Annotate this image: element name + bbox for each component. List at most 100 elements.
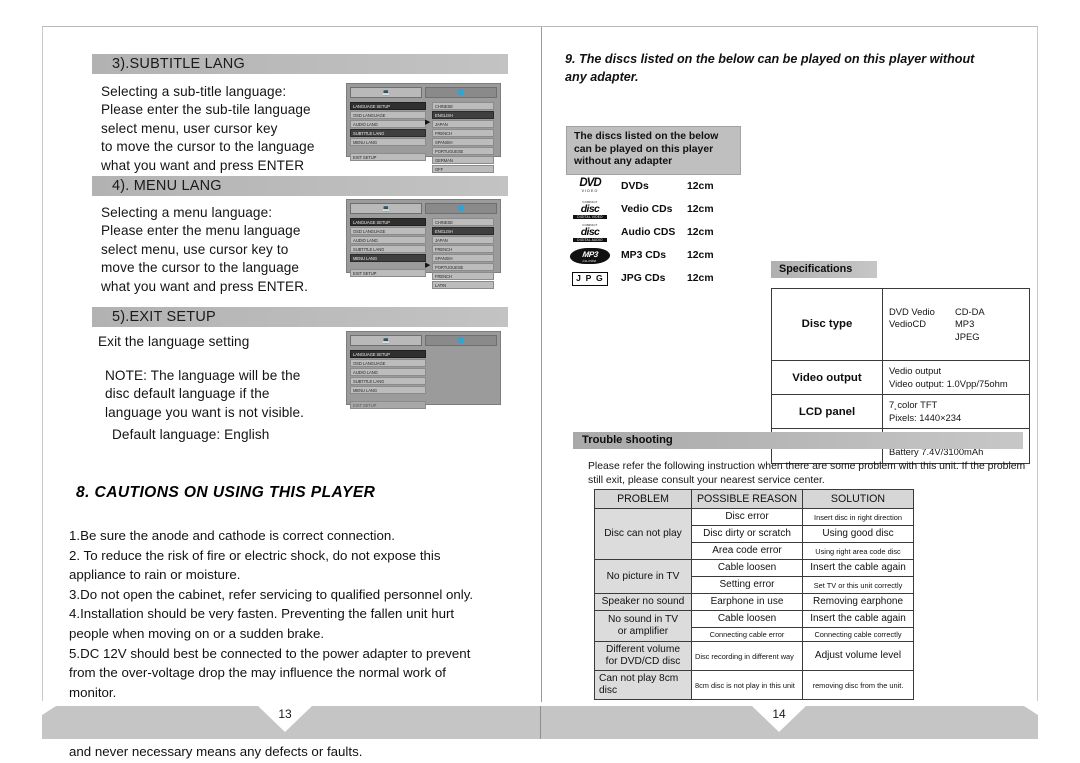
osd-item-menu-lang: MENU LANG	[350, 254, 426, 262]
osd-option: FRENCH	[432, 129, 494, 137]
cd-logo-word: disc	[580, 202, 600, 215]
osd-item-menu-lang: MENU LANG	[350, 138, 426, 146]
ts-reason: Cable loosen	[691, 610, 803, 628]
osd-option: SPANISH	[432, 138, 494, 146]
osd-option: FRENCH	[432, 245, 494, 253]
osd-item-subtitle-lang: SUBTITLE LANG	[350, 129, 426, 137]
chapter-heading-cautions: 8. CAUTIONS ON USING THIS PLAYER	[76, 484, 376, 501]
column-header-problem: PROBLEM	[594, 489, 692, 509]
table-row: Disc can not play Disc error Insert disc…	[594, 508, 914, 560]
ts-reason: Area code error	[691, 542, 803, 560]
osd-option-selected: ENGLISH	[432, 227, 494, 235]
monitor-icon: 💻	[350, 335, 422, 346]
disc-name: DVDs	[621, 181, 649, 192]
osd-tab-strip: 💻 🌐	[350, 203, 497, 214]
language-icon: 🌐	[425, 335, 497, 346]
ts-solution: Removing earphone	[802, 593, 914, 611]
right-page: 9. The discs listed on the below can be …	[542, 27, 1040, 702]
osd-option: PORTUGUESE	[432, 147, 494, 155]
spec-key: LCD panel	[771, 394, 883, 430]
ts-reason: Disc dirty or scratch	[691, 525, 803, 543]
disc-size: 12cm	[687, 250, 714, 261]
section-body-subtitle-lang: Selecting a sub-title language: Please e…	[101, 84, 315, 173]
ts-solution: Insert the cable again	[802, 610, 914, 628]
disc-name: Vedio CDs	[621, 204, 673, 215]
disc-row: J P G JPG CDs 12cm	[570, 267, 714, 290]
osd-item-exit-setup-highlighted: EXIT SETUP	[350, 401, 426, 409]
section-header-exit-setup: 5).EXIT SETUP	[92, 307, 508, 327]
ts-reason: Disc error	[691, 508, 803, 526]
osd-option: PORTUGUESE	[432, 263, 494, 271]
monitor-icon: 💻	[350, 87, 422, 98]
section-header-menu-lang: 4). MENU LANG	[92, 176, 508, 196]
cd-logo-band: DIGITAL AUDIO	[573, 237, 607, 242]
osd-option: LATIN	[432, 281, 494, 289]
ts-reason: Connecting cable error	[691, 627, 803, 642]
ts-problem: Different volume for DVD/CD disc	[594, 641, 692, 671]
ts-solution: Insert the cable again	[802, 559, 914, 577]
disc-size: 12cm	[687, 273, 714, 284]
section-body-exit-setup: Exit the language setting	[98, 334, 250, 349]
spec-key: Video output	[771, 359, 883, 396]
ts-reason: 8cm disc is not play in this unit	[691, 670, 803, 700]
dvd-logo-sub: VIDEO	[581, 188, 599, 193]
ts-problem: No sound in TV or amplifier	[594, 610, 692, 642]
osd-menu-title: LANGUAGE SETUP	[350, 102, 426, 110]
language-icon: 🌐	[425, 203, 497, 214]
spec-value: Vedio output Video output: 1.0Vpp/75ohm	[882, 359, 1030, 396]
disc-row: COMPACT disc DIGITAL AUDIO Audio CDS 12c…	[570, 221, 714, 244]
intro-paragraph-discs: 9. The discs listed on the below can be …	[565, 52, 975, 84]
footer-corner-right	[1024, 706, 1038, 715]
table-header-row: PROBLEM POSSIBLE REASON SOLUTION	[594, 489, 914, 509]
osd-option: GERMAN	[432, 156, 494, 164]
manual-page-spread: 3).SUBTITLE LANG Selecting a sub-title l…	[0, 0, 1080, 763]
ts-solution: Connecting cable correctly	[802, 627, 914, 642]
dvd-video-logo: DVD VIDEO	[570, 177, 610, 196]
section-header-subtitle-lang: 3).SUBTITLE LANG	[92, 54, 508, 74]
cursor-arrow-icon: ▶	[425, 262, 431, 269]
osd-item-osd-language: OSD LANGUAGE	[350, 227, 426, 235]
spec-value-col2: CD-DA MP3 JPEG	[955, 305, 985, 342]
table-row: No sound in TV or amplifier Cable loosen…	[594, 610, 914, 642]
page-number-left-text: 13	[278, 707, 292, 721]
default-language-text: Default language: English	[112, 427, 270, 442]
callout-box-discs: The discs listed on the below can be pla…	[566, 126, 741, 175]
page-number-left: 13	[258, 706, 312, 732]
monitor-icon: 💻	[350, 203, 422, 214]
ts-reason: Disc recording in different way	[691, 641, 803, 671]
trouble-shooting-intro: Please refer the following instruction w…	[588, 461, 1026, 486]
ts-solution: Adjust volume level	[802, 641, 914, 671]
osd-screenshot-subtitle-lang: 💻 🌐 LANGUAGE SETUP OSD LANGUAGE AUDIO LA…	[346, 83, 501, 173]
osd-item-subtitle-lang: SUBTITLE LANG	[350, 245, 426, 253]
osd-item-audio-lang: AUDIO LANG	[350, 368, 426, 376]
trouble-shooting-header: Trouble shooting	[573, 432, 1023, 449]
osd-menu-title: LANGUAGE SETUP	[350, 350, 426, 358]
osd-item-exit-setup: EXIT SETUP	[350, 153, 426, 161]
spec-value: 7˛color TFT Pixels: 1440×234	[882, 394, 1030, 430]
osd-item-audio-lang: AUDIO LANG	[350, 120, 426, 128]
mp3-logo: MP3 CD-ROM	[568, 247, 612, 265]
osd-option: CHINESE	[432, 218, 494, 226]
osd-item-osd-language: OSD LANGUAGE	[350, 111, 426, 119]
ts-reason: Earphone in use	[691, 593, 803, 611]
spec-value: DVD Vedio VedioCD CD-DA MP3 JPEG	[882, 288, 1030, 361]
specifications-header: Specifications	[771, 261, 877, 278]
disc-name: JPG CDs	[621, 273, 666, 284]
cd-logo-word: disc	[580, 225, 600, 238]
osd-option: CHINESE	[432, 102, 494, 110]
cd-logo-band: DIGITAL VIDEO	[573, 214, 607, 219]
osd-menu-title: LANGUAGE SETUP	[350, 218, 426, 226]
mp3-logo-sub: CD-ROM	[582, 258, 597, 263]
disc-size: 12cm	[687, 181, 714, 192]
osd-screenshot-exit-setup: 💻 🌐 LANGUAGE SETUP OSD LANGUAGE AUDIO LA…	[346, 331, 501, 409]
disc-size: 12cm	[687, 204, 714, 215]
table-row: Video output Vedio output Video output: …	[771, 359, 1030, 396]
ts-reason: Cable loosen	[691, 559, 803, 577]
language-icon: 🌐	[425, 87, 497, 98]
osd-item-subtitle-lang: SUBTITLE LANG	[350, 377, 426, 385]
jpg-logo-word: J P G	[572, 271, 608, 286]
compact-disc-digital-audio-logo: COMPACT disc DIGITAL AUDIO	[570, 223, 610, 242]
ts-solution: Using good disc	[802, 525, 914, 543]
compact-disc-digital-video-logo: COMPACT disc DIGITAL VIDEO	[570, 200, 610, 219]
table-row: No picture in TV Cable loosen Insert the…	[594, 559, 914, 594]
